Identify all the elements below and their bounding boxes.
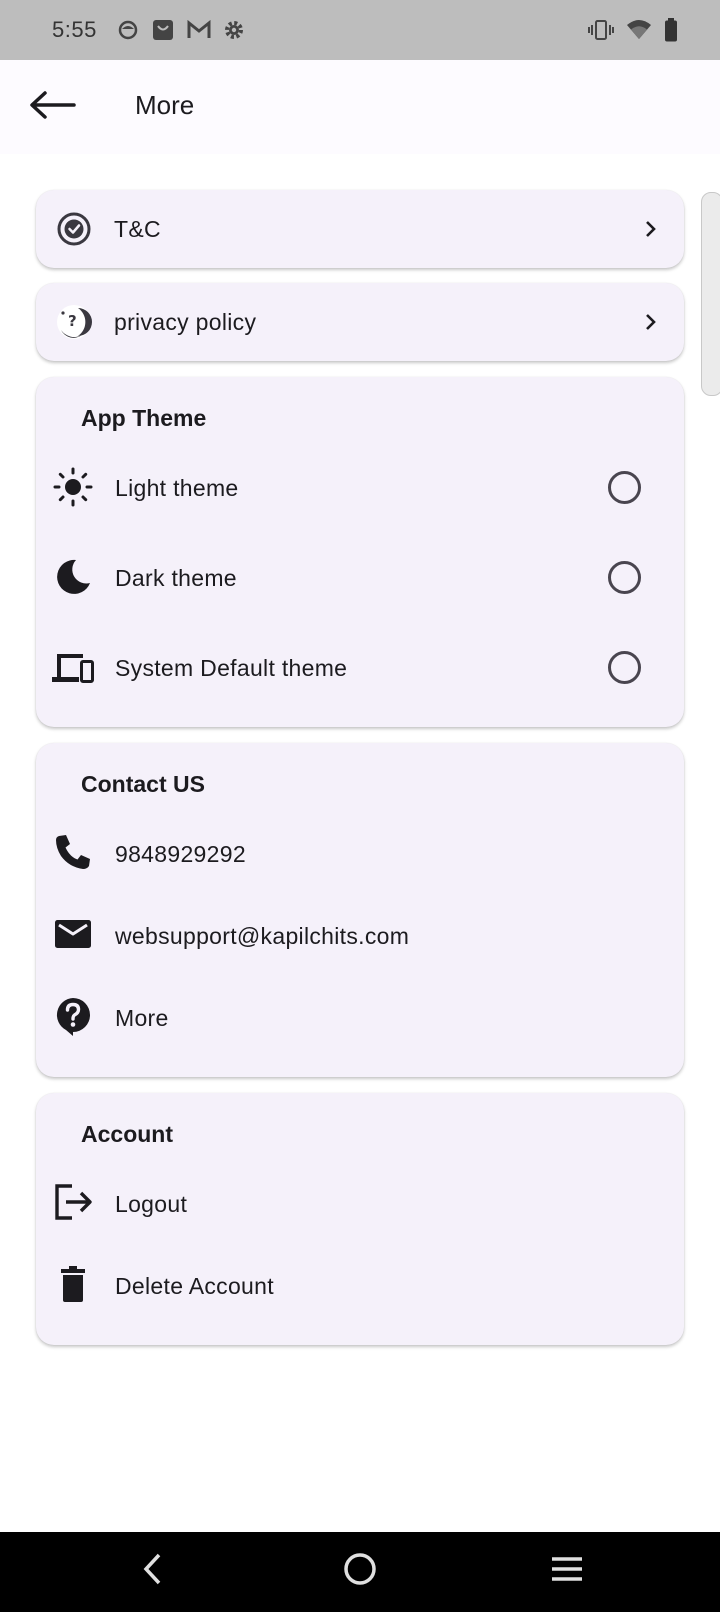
status-time: 5:55 <box>52 17 97 42</box>
settings-gear-icon <box>223 19 245 41</box>
terms-label: T&C <box>114 216 161 242</box>
mail-icon <box>55 920 91 948</box>
logout-label: Logout <box>115 1191 188 1217</box>
wifi-icon <box>626 19 652 41</box>
light-theme-label: Light theme <box>115 475 239 501</box>
app-bar: More <box>0 60 720 154</box>
page-title: More <box>135 90 195 120</box>
contact-phone-label: 9848929292 <box>115 841 246 867</box>
delete-account-label: Delete Account <box>115 1273 274 1299</box>
nav-home-button[interactable] <box>343 1552 377 1591</box>
privacy-question-icon: ? <box>57 305 92 339</box>
nav-back-button[interactable] <box>138 1552 168 1591</box>
arrow-back-icon <box>30 91 76 119</box>
verified-shield-icon <box>57 212 91 246</box>
chevron-right-icon <box>646 221 656 237</box>
contact-email-item[interactable]: websupport@kapilchits.com <box>36 895 684 975</box>
privacy-policy-link[interactable]: ? privacy policy <box>36 283 684 361</box>
light-theme-option[interactable]: Light theme <box>36 447 684 527</box>
account-title: Account <box>81 1121 173 1147</box>
contact-phone-item[interactable]: 9848929292 <box>36 813 684 893</box>
chevron-right-icon <box>646 314 656 330</box>
app-theme-card: App Theme Light theme Dark theme System … <box>36 377 684 727</box>
back-button[interactable] <box>28 90 76 120</box>
scrollbar-thumb[interactable] <box>701 192 720 396</box>
nav-menu-icon <box>552 1557 582 1581</box>
account-card: Account Logout Delete Account <box>36 1093 684 1345</box>
dark-theme-option[interactable]: Dark theme <box>36 537 684 617</box>
nav-recents-button[interactable] <box>550 1552 584 1591</box>
devices-icon <box>52 654 94 683</box>
system-default-theme-option[interactable]: System Default theme <box>36 627 684 707</box>
system-default-theme-label: System Default theme <box>115 655 348 681</box>
help-icon <box>56 998 91 1036</box>
contact-us-card: Contact US 9848929292 websupport@kapilch… <box>36 743 684 1077</box>
contact-us-title: Contact US <box>81 771 205 797</box>
moon-icon <box>57 559 90 594</box>
nav-home-icon <box>344 1553 376 1585</box>
logout-item[interactable]: Logout <box>36 1163 684 1243</box>
shopping-bag-icon <box>151 18 175 42</box>
vibrate-icon <box>588 19 614 41</box>
phone-icon <box>56 835 90 869</box>
terms-conditions-link[interactable]: T&C <box>36 190 684 268</box>
system-navigation-bar <box>0 1532 720 1612</box>
system-default-theme-radio[interactable] <box>608 651 641 684</box>
sun-icon <box>53 467 93 507</box>
nav-back-icon <box>143 1553 161 1585</box>
light-theme-radio[interactable] <box>608 471 641 504</box>
contact-more-label: More <box>115 1005 169 1031</box>
privacy-policy-label: privacy policy <box>114 309 257 335</box>
status-bar: 5:55 <box>0 0 720 60</box>
contact-email-label: websupport@kapilchits.com <box>115 923 410 949</box>
dark-theme-radio[interactable] <box>608 561 641 594</box>
app-circle-icon <box>117 19 139 41</box>
contact-more-item[interactable]: More <box>36 977 684 1057</box>
svg-text:?: ? <box>68 312 77 330</box>
app-theme-title: App Theme <box>81 405 207 431</box>
dark-theme-label: Dark theme <box>115 565 237 591</box>
delete-account-item[interactable]: Delete Account <box>36 1245 684 1325</box>
delete-icon <box>61 1266 85 1302</box>
system-icons <box>588 18 678 42</box>
battery-icon <box>664 18 678 42</box>
notification-icons <box>117 18 245 42</box>
gmail-icon <box>187 20 211 40</box>
logout-icon <box>55 1184 92 1220</box>
